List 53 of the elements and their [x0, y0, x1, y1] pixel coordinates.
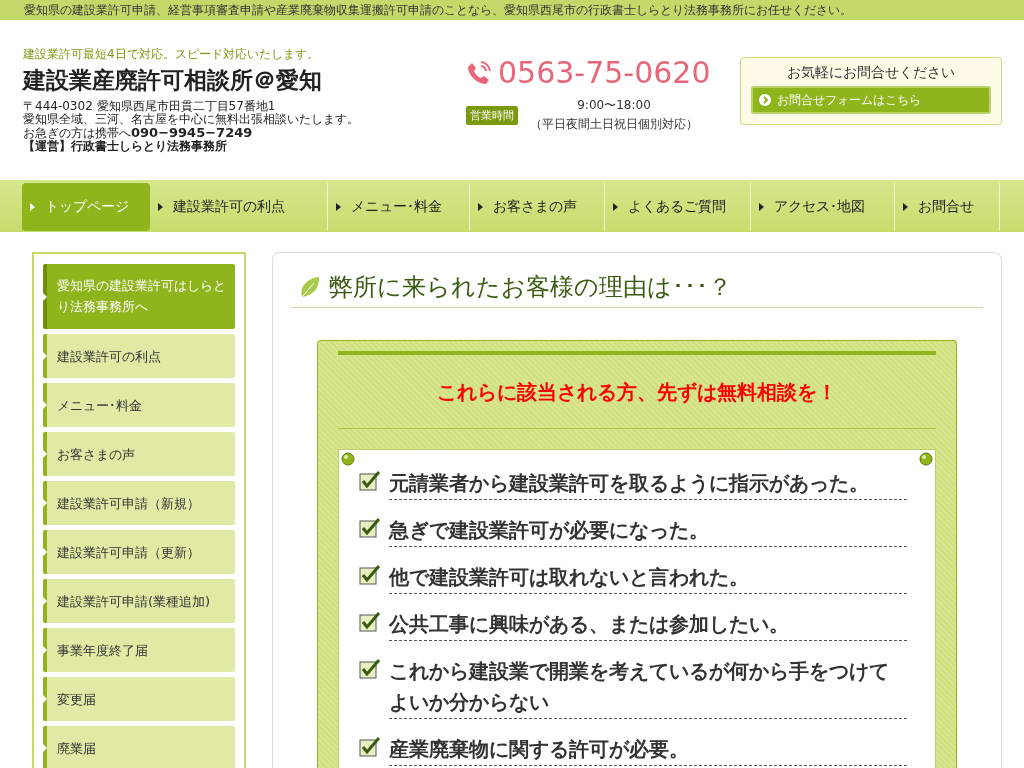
mobile-line: お急ぎの方は携帯へ090−9945−7249: [23, 125, 253, 140]
phone-icon: [466, 60, 492, 86]
phone-number: 0563-75-0620: [498, 56, 711, 90]
sidebar-item[interactable]: お客さまの声: [43, 432, 235, 476]
site-title: 建設業産廃許可相談所＠愛知: [23, 65, 323, 95]
checkbox-tick-icon: [359, 471, 381, 491]
contact-title: お気軽にお問合せください: [787, 64, 955, 82]
checklist-item: 産業廃棄物に関する許可が必要。: [389, 732, 907, 766]
checkbox-tick-icon: [359, 737, 381, 757]
sidebar-item[interactable]: 事業年度終了届: [43, 628, 235, 672]
tagline: 建設業許可最短4日で対応。スピード対応いたします。: [23, 45, 320, 63]
triangle-icon: [903, 203, 908, 211]
address-line: 愛知県全域、三河、名古屋を中心に無料出張相談いたします。: [23, 112, 360, 126]
sidebar-item[interactable]: メニュー･料金: [43, 383, 235, 427]
triangle-icon: [478, 203, 483, 211]
nav-tab[interactable]: メニュー･料金: [328, 183, 470, 231]
checklist-item: これから建設業で開業を考えているが何から手をつけてよいか分からない: [389, 654, 907, 719]
triangle-icon: [759, 203, 764, 211]
pin-icon: [341, 452, 355, 466]
nav-tab[interactable]: お問合せ: [895, 183, 1000, 231]
hours-note: （平日夜間土日祝日個別対応）: [530, 116, 698, 133]
sidebar-item[interactable]: 廃業届: [43, 726, 235, 768]
checklist-item: 急ぎで建設業許可が必要になった。: [389, 513, 907, 547]
sidebar-item[interactable]: 建設業許可の利点: [43, 334, 235, 378]
leaf-icon: [299, 275, 321, 299]
hours-badge: 営業時間: [466, 105, 518, 125]
sidebar-item[interactable]: 変更届: [43, 677, 235, 721]
chevron-icon: [759, 94, 771, 106]
nav-tab[interactable]: よくあるご質問: [605, 183, 751, 231]
nav-tab[interactable]: アクセス･地図: [751, 183, 895, 231]
checklist-item: 元請業者から建設業許可を取るように指示があった。: [389, 466, 907, 500]
checklist-item: 他で建設業許可は取れないと言われた。: [389, 560, 907, 594]
checkbox-tick-icon: [359, 518, 381, 538]
sidebar-item[interactable]: 建設業許可申請(業種追加): [43, 579, 235, 623]
sidebar-item[interactable]: 建設業許可申請（更新）: [43, 530, 235, 574]
section-heading: 弊所に来られたお客様の理由は･･･？: [329, 272, 732, 303]
triangle-icon: [30, 203, 35, 211]
triangle-icon: [613, 203, 618, 211]
triangle-icon: [336, 203, 341, 211]
callout-text: これらに該当される方、先ずは無料相談を！: [338, 355, 936, 429]
nav-tab[interactable]: 建設業許可の利点: [150, 183, 328, 231]
sidebar-item[interactable]: 建設業許可申請（新規）: [43, 481, 235, 525]
checkbox-tick-icon: [359, 565, 381, 585]
pin-icon: [919, 452, 933, 466]
operator-name: 【運営】行政書士しらとり法務事務所: [23, 139, 228, 153]
checklist-item: 公共工事に興味がある、または参加したい。: [389, 607, 907, 641]
top-notice: 愛知県の建設業許可申請、経営事項審査申請や産業廃棄物収集運搬許可申請のことなら、愛知県西尾市の行政書士しらとり法務事務所にお任せください。: [23, 2, 853, 19]
nav-tab[interactable]: お客さまの声: [470, 183, 605, 231]
checkbox-tick-icon: [359, 659, 381, 679]
business-hours: 9:00〜18:00: [577, 97, 651, 114]
triangle-icon: [158, 203, 163, 211]
checkbox-tick-icon: [359, 612, 381, 632]
address-line: 〒444-0302 愛知県西尾市田貫二丁目57番地1: [23, 99, 277, 113]
